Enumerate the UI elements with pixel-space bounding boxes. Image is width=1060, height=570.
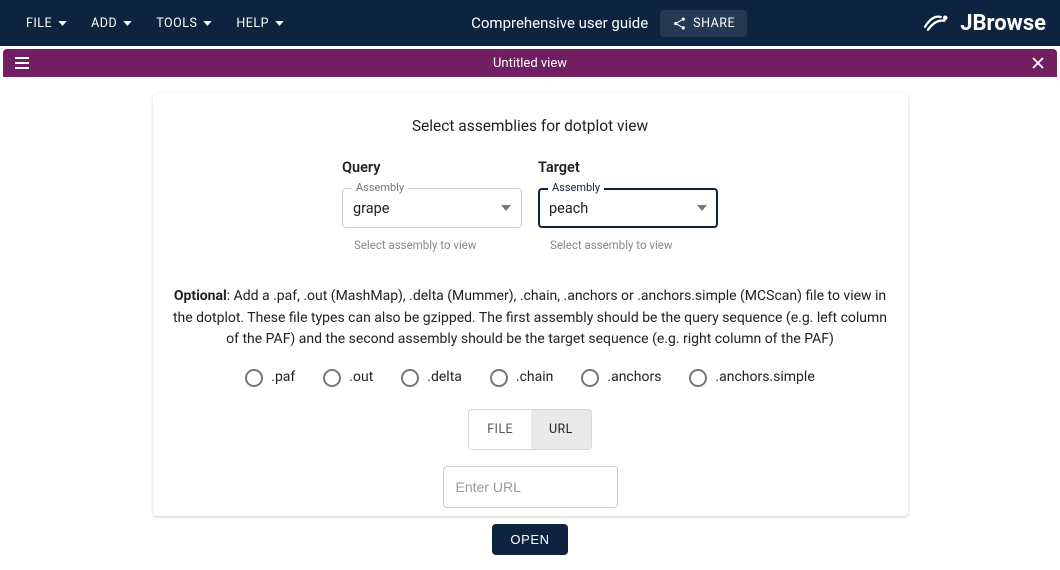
menu-label: HELP <box>236 16 269 31</box>
share-label: SHARE <box>693 16 735 31</box>
target-float-label: Assembly <box>548 181 604 194</box>
radio-icon <box>689 369 707 387</box>
radio-label: .delta <box>427 367 462 389</box>
brand-text: JBrowse <box>960 11 1046 36</box>
query-assembly-select[interactable]: grape <box>342 188 522 228</box>
optional-text: Optional: Add a .paf, .out (MashMap), .d… <box>171 286 890 351</box>
caret-down-icon <box>269 21 284 26</box>
main-area: Select assemblies for dotplot view Query… <box>3 77 1057 567</box>
target-label: Target <box>538 159 718 176</box>
menu-label: FILE <box>26 16 52 31</box>
page-title-group: Comprehensive user guide SHARE <box>471 10 747 37</box>
radio-paf[interactable]: .paf <box>245 367 295 389</box>
radio-chain[interactable]: .chain <box>490 367 553 389</box>
dotplot-setup-card: Select assemblies for dotplot view Query… <box>153 93 908 516</box>
tab-label: FILE <box>487 422 513 437</box>
caret-down-icon <box>197 21 212 26</box>
view-title: Untitled view <box>33 56 1027 71</box>
open-label: OPEN <box>510 532 549 547</box>
brand: JBrowse <box>922 11 1046 36</box>
page-body: Untitled view Select assemblies for dotp… <box>0 46 1060 570</box>
view-menu-button[interactable] <box>11 52 33 74</box>
radio-icon <box>490 369 508 387</box>
tab-file[interactable]: FILE <box>469 410 531 449</box>
radio-icon <box>581 369 599 387</box>
menu-add[interactable]: ADD <box>79 10 144 37</box>
close-icon <box>1032 57 1044 69</box>
radio-label: .paf <box>271 367 295 389</box>
query-select-value: grape <box>353 200 390 217</box>
radio-anchors-simple[interactable]: .anchors.simple <box>689 367 814 389</box>
share-icon <box>672 16 687 31</box>
view-close-button[interactable] <box>1027 52 1049 74</box>
target-select-value: peach <box>549 200 588 217</box>
optional-label: Optional <box>174 288 227 304</box>
share-button[interactable]: SHARE <box>660 10 747 37</box>
menu-label: TOOLS <box>156 16 197 31</box>
tab-label: URL <box>549 422 573 437</box>
radio-anchors[interactable]: .anchors <box>581 367 661 389</box>
menu-label: ADD <box>91 16 117 31</box>
query-helper-text: Select assembly to view <box>354 238 522 252</box>
radio-label: .anchors <box>607 367 661 389</box>
page-title: Comprehensive user guide <box>471 14 648 32</box>
optional-section: Optional: Add a .paf, .out (MashMap), .d… <box>153 270 908 516</box>
target-column: Target Assembly peach Select assembly to… <box>538 159 718 252</box>
view-header: Untitled view <box>3 49 1057 77</box>
top-bar: FILE ADD TOOLS HELP Comprehensive user g… <box>0 0 1060 46</box>
query-column: Query Assembly grape Select assembly to … <box>342 159 522 252</box>
radio-label: .chain <box>516 367 553 389</box>
source-tabs: FILE URL <box>468 409 592 450</box>
query-label: Query <box>342 159 522 176</box>
menu-tools[interactable]: TOOLS <box>144 10 224 37</box>
card-heading: Select assemblies for dotplot view <box>171 117 890 135</box>
caret-down-icon <box>697 205 707 211</box>
brand-logo-icon <box>922 11 952 35</box>
caret-down-icon <box>52 21 67 26</box>
open-button[interactable]: OPEN <box>492 524 567 555</box>
radio-out[interactable]: .out <box>323 367 373 389</box>
url-input[interactable] <box>443 466 618 508</box>
radio-label: .anchors.simple <box>715 367 814 389</box>
target-helper-text: Select assembly to view <box>550 238 718 252</box>
query-float-label: Assembly <box>352 181 408 194</box>
radio-icon <box>323 369 341 387</box>
filetype-radio-group: .paf .out .delta .chain <box>171 367 890 389</box>
radio-icon <box>245 369 263 387</box>
hamburger-icon <box>15 57 29 69</box>
radio-delta[interactable]: .delta <box>401 367 462 389</box>
menu-group: FILE ADD TOOLS HELP <box>14 10 296 37</box>
radio-label: .out <box>349 367 373 389</box>
radio-icon <box>401 369 419 387</box>
optional-body: : Add a .paf, .out (MashMap), .delta (Mu… <box>173 288 887 347</box>
target-assembly-select[interactable]: peach <box>538 188 718 228</box>
caret-down-icon <box>501 205 511 211</box>
tab-url[interactable]: URL <box>531 410 591 449</box>
menu-help[interactable]: HELP <box>224 10 296 37</box>
caret-down-icon <box>117 21 132 26</box>
menu-file[interactable]: FILE <box>14 10 79 37</box>
